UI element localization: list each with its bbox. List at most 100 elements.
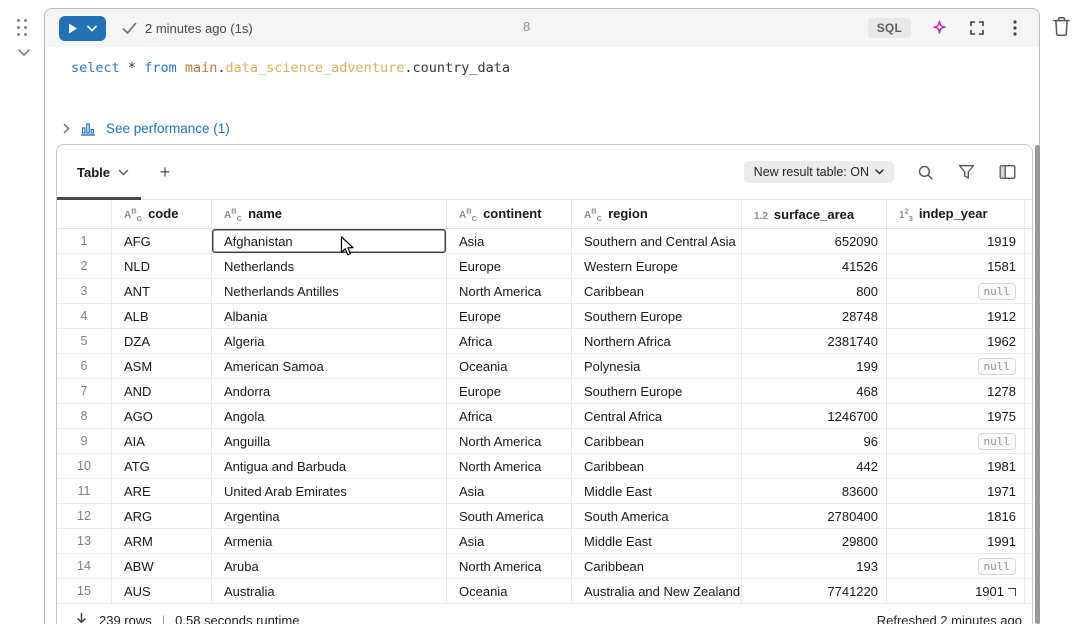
assistant-sparkle-icon[interactable]	[929, 18, 949, 38]
cell-code[interactable]: AGO	[112, 404, 212, 429]
cell-name[interactable]: Antigua and Barbuda	[212, 454, 447, 479]
cell-region[interactable]: Caribbean	[572, 554, 742, 579]
tab-chevron-down-icon[interactable]	[118, 169, 129, 176]
column-header-code[interactable]: ABCcode	[112, 200, 212, 229]
cell-indep-year[interactable]: 1975	[887, 404, 1025, 429]
cell-name[interactable]: Albania	[212, 304, 447, 329]
drag-handle-icon[interactable]	[17, 19, 27, 36]
cell-indep-year[interactable]: 1816	[887, 504, 1025, 529]
cell-code[interactable]: ANT	[112, 279, 212, 304]
cell-surface-area[interactable]: 442	[742, 454, 887, 479]
cell-code[interactable]: DZA	[112, 329, 212, 354]
row-number-header[interactable]	[57, 200, 112, 229]
row-number[interactable]: 14	[57, 554, 112, 579]
cell-indep-year[interactable]: 1991	[887, 529, 1025, 554]
cell-region[interactable]: Central Africa	[572, 404, 742, 429]
collapse-cell-chevron-icon[interactable]	[17, 48, 31, 57]
trash-icon[interactable]	[1052, 16, 1071, 42]
cell-region[interactable]: South America	[572, 504, 742, 529]
row-number[interactable]: 6	[57, 354, 112, 379]
column-header-continent[interactable]: ABCcontinent	[447, 200, 572, 229]
cell-surface-area[interactable]: 41526	[742, 254, 887, 279]
cell-name[interactable]: Afghanistan	[212, 229, 447, 254]
cell-name[interactable]: Netherlands	[212, 254, 447, 279]
run-options-chevron-icon[interactable]	[87, 25, 97, 32]
cell-region[interactable]: Australia and New Zealand	[572, 579, 742, 604]
cell-region[interactable]: Southern Europe	[572, 304, 742, 329]
cell-code[interactable]: AFG	[112, 229, 212, 254]
cell-surface-area[interactable]: 652090	[742, 229, 887, 254]
cell-surface-area[interactable]: 7741220	[742, 579, 887, 604]
cell-name[interactable]: Andorra	[212, 379, 447, 404]
cell-surface-area[interactable]: 1246700	[742, 404, 887, 429]
cell-surface-area[interactable]: 28748	[742, 304, 887, 329]
cell-name[interactable]: Anguilla	[212, 429, 447, 454]
cell-continent[interactable]: Asia	[447, 229, 572, 254]
cell-surface-area[interactable]: 193	[742, 554, 887, 579]
cell-region[interactable]: Middle East	[572, 529, 742, 554]
cell-name[interactable]: Netherlands Antilles	[212, 279, 447, 304]
cell-continent[interactable]: Africa	[447, 404, 572, 429]
cell-code[interactable]: AIA	[112, 429, 212, 454]
cell-continent[interactable]: North America	[447, 429, 572, 454]
cell-region[interactable]: Western Europe	[572, 254, 742, 279]
cell-indep-year[interactable]: 1581	[887, 254, 1025, 279]
add-visualization-button[interactable]: +	[153, 162, 177, 183]
cell-code[interactable]: ATG	[112, 454, 212, 479]
cell-surface-area[interactable]: 2780400	[742, 504, 887, 529]
cell-code[interactable]: ALB	[112, 304, 212, 329]
row-number[interactable]: 9	[57, 429, 112, 454]
row-number[interactable]: 5	[57, 329, 112, 354]
cell-indep-year[interactable]: 1901	[887, 579, 1025, 604]
cell-name[interactable]: United Arab Emirates	[212, 479, 447, 504]
column-header-indep_year[interactable]: 123indep_year	[887, 200, 1025, 229]
cell-continent[interactable]: Europe	[447, 304, 572, 329]
row-number[interactable]: 2	[57, 254, 112, 279]
cell-code[interactable]: AUS	[112, 579, 212, 604]
cell-name[interactable]: Aruba	[212, 554, 447, 579]
search-icon[interactable]	[915, 162, 935, 182]
row-number[interactable]: 11	[57, 479, 112, 504]
cell-region[interactable]: Southern and Central Asia	[572, 229, 742, 254]
cell-code[interactable]: ARG	[112, 504, 212, 529]
cell-region[interactable]: Polynesia	[572, 354, 742, 379]
cell-surface-area[interactable]: 468	[742, 379, 887, 404]
cell-indep-year[interactable]: null	[887, 279, 1025, 304]
cell-surface-area[interactable]: 29800	[742, 529, 887, 554]
cell-code[interactable]: ABW	[112, 554, 212, 579]
row-number[interactable]: 4	[57, 304, 112, 329]
cell-indep-year[interactable]: 1971	[887, 479, 1025, 504]
kebab-menu-icon[interactable]	[1005, 18, 1025, 38]
cell-continent[interactable]: Europe	[447, 379, 572, 404]
cell-continent[interactable]: Asia	[447, 529, 572, 554]
cell-surface-area[interactable]: 199	[742, 354, 887, 379]
cell-continent[interactable]: South America	[447, 504, 572, 529]
cell-indep-year[interactable]: null	[887, 554, 1025, 579]
cell-continent[interactable]: North America	[447, 454, 572, 479]
cell-surface-area[interactable]: 2381740	[742, 329, 887, 354]
cell-code[interactable]: AND	[112, 379, 212, 404]
cell-name[interactable]: Argentina	[212, 504, 447, 529]
cell-continent[interactable]: Oceania	[447, 579, 572, 604]
row-number[interactable]: 1	[57, 229, 112, 254]
fullscreen-icon[interactable]	[967, 18, 987, 38]
see-performance-toggle[interactable]: See performance (1)	[45, 113, 1039, 144]
column-header-region[interactable]: ABCregion	[572, 200, 742, 229]
cell-surface-area[interactable]: 83600	[742, 479, 887, 504]
row-number[interactable]: 7	[57, 379, 112, 404]
cell-indep-year[interactable]: null	[887, 354, 1025, 379]
cell-region[interactable]: Caribbean	[572, 429, 742, 454]
cell-region[interactable]: Southern Europe	[572, 379, 742, 404]
cell-indep-year[interactable]: 1278	[887, 379, 1025, 404]
cell-indep-year[interactable]: 1962	[887, 329, 1025, 354]
cell-name[interactable]: Algeria	[212, 329, 447, 354]
row-number[interactable]: 12	[57, 504, 112, 529]
cell-region[interactable]: Middle East	[572, 479, 742, 504]
cell-name[interactable]: Australia	[212, 579, 447, 604]
cell-region[interactable]: Northern Africa	[572, 329, 742, 354]
column-header-name[interactable]: ABCname	[212, 200, 447, 229]
row-number[interactable]: 10	[57, 454, 112, 479]
row-number[interactable]: 3	[57, 279, 112, 304]
cell-continent[interactable]: North America	[447, 279, 572, 304]
row-number[interactable]: 15	[57, 579, 112, 604]
